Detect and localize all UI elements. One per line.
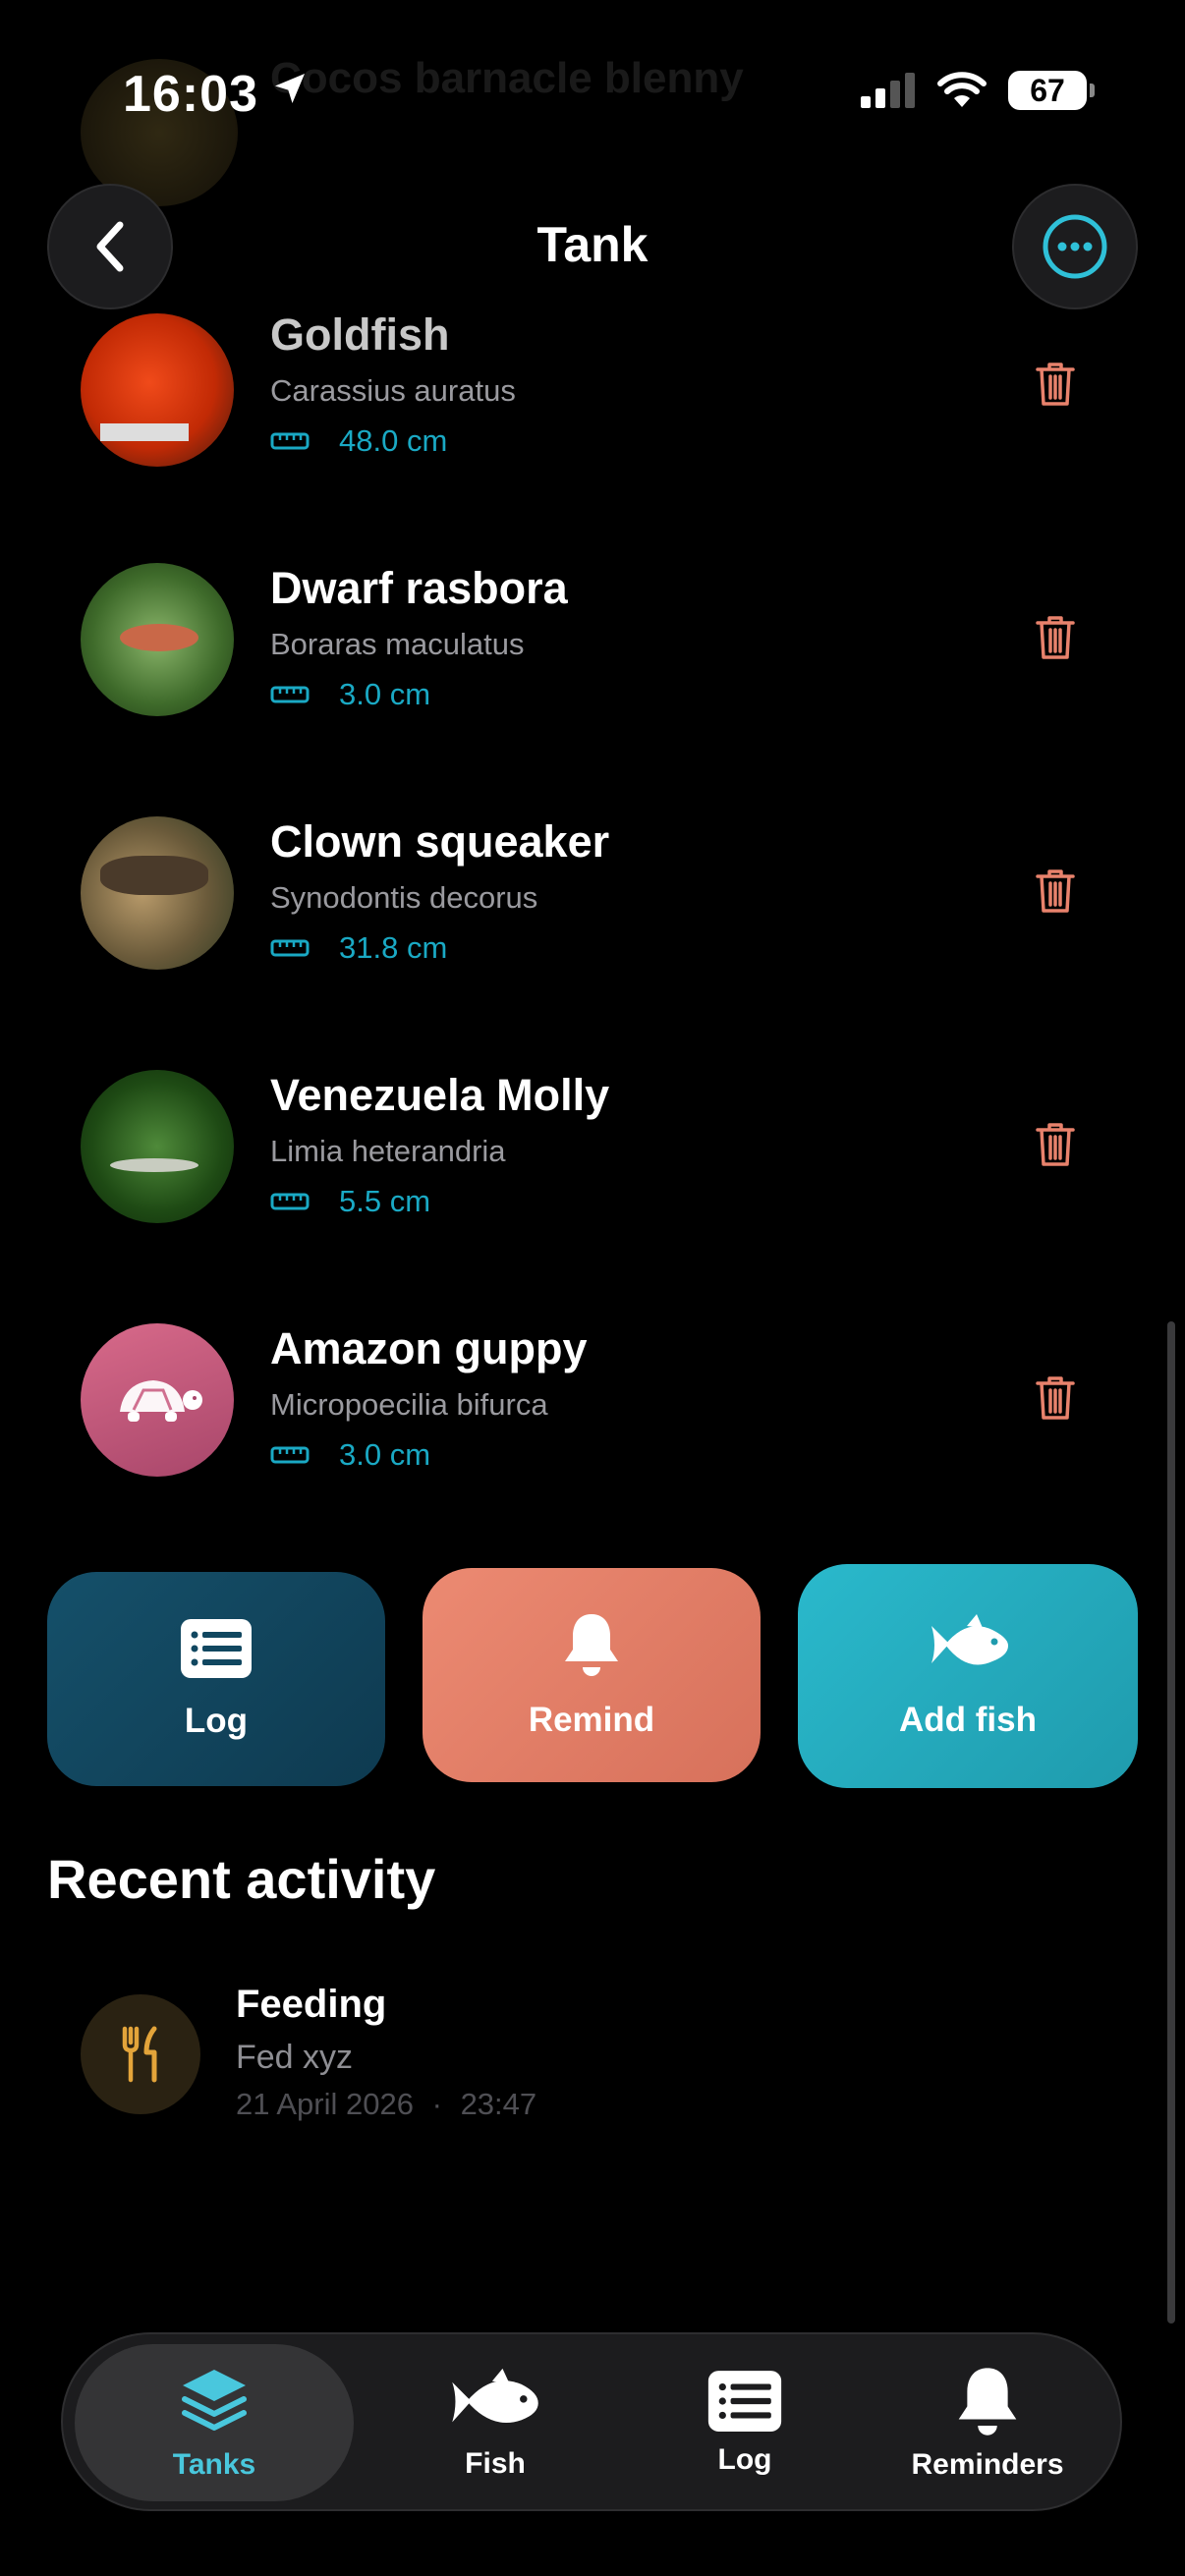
add-fish-button-label: Add fish xyxy=(899,1701,1037,1739)
activity-separator: · xyxy=(431,2087,442,2121)
fish-avatar xyxy=(81,563,234,716)
trash-icon[interactable] xyxy=(1034,1374,1077,1422)
fish-name: Venezuela Molly xyxy=(270,1070,610,1120)
fish-avatar xyxy=(81,816,234,970)
signal-icon xyxy=(861,73,915,108)
fish-row[interactable]: Amazon guppy Micropoecilia bifurca 3.0 c… xyxy=(0,1323,1185,1520)
scroll-indicator[interactable] xyxy=(1167,1321,1175,2324)
activity-title: Feeding xyxy=(236,1983,387,2026)
fish-size-value: 5.5 cm xyxy=(339,1184,431,1218)
fish-size-value: 48.0 cm xyxy=(339,423,448,458)
log-button-label: Log xyxy=(184,1702,249,1740)
fish-size-value: 3.0 cm xyxy=(339,677,431,711)
status-indicators: 67 xyxy=(861,71,1095,110)
list-icon xyxy=(707,2371,782,2432)
fish-avatar xyxy=(81,1070,234,1223)
tab-fish[interactable]: Fish xyxy=(397,2344,593,2501)
log-button[interactable]: Log xyxy=(47,1572,385,1786)
tab-reminders[interactable]: Reminders xyxy=(875,2344,1100,2501)
fish-row[interactable]: Dwarf rasbora Boraras maculatus 3.0 cm xyxy=(0,563,1185,759)
page-title: Tank xyxy=(536,217,649,272)
wifi-icon xyxy=(937,72,987,107)
fish-name: Clown squeaker xyxy=(270,816,610,867)
tab-label: Log xyxy=(717,2443,772,2476)
fish-name: Dwarf rasbora xyxy=(270,563,568,613)
fish-size: 3.0 cm xyxy=(270,677,430,712)
fish-avatar xyxy=(81,313,234,467)
ruler-icon xyxy=(270,1193,310,1210)
fish-icon xyxy=(931,1614,1008,1665)
fish-scientific-name: Limia heterandria xyxy=(270,1134,506,1168)
fish-size-value: 31.8 cm xyxy=(339,930,448,965)
recent-activity-title: Recent activity xyxy=(47,1848,436,1910)
activity-meta: 21 April 2026 · 23:47 xyxy=(236,2087,536,2122)
fish-icon xyxy=(452,2368,538,2424)
ruler-icon xyxy=(270,939,310,957)
remind-button[interactable]: Remind xyxy=(423,1568,761,1782)
ruler-icon xyxy=(270,432,310,450)
activity-time: 23:47 xyxy=(460,2087,537,2121)
remind-button-label: Remind xyxy=(528,1701,655,1739)
turtle-icon xyxy=(81,1323,234,1477)
fish-scientific-name: Carassius auratus xyxy=(270,373,516,408)
fish-row[interactable]: Goldfish Carassius auratus 48.0 cm xyxy=(0,309,1185,506)
fish-size: 31.8 cm xyxy=(270,930,447,966)
tab-label: Fish xyxy=(465,2447,526,2480)
location-arrow-icon xyxy=(270,69,310,113)
status-time: 16:03 xyxy=(123,66,258,123)
trash-icon[interactable] xyxy=(1034,614,1077,661)
bell-icon xyxy=(958,2368,1017,2436)
tab-log[interactable]: Log xyxy=(647,2344,843,2501)
fish-name: Goldfish xyxy=(270,309,450,360)
tab-label: Tanks xyxy=(172,2448,256,2481)
fish-size-value: 3.0 cm xyxy=(339,1437,431,1472)
fish-row[interactable]: Venezuela Molly Limia heterandria 5.5 cm xyxy=(0,1070,1185,1266)
battery-indicator: 67 xyxy=(1008,71,1095,110)
fish-size: 3.0 cm xyxy=(270,1437,430,1473)
more-options-button[interactable] xyxy=(1012,184,1138,309)
ruler-icon xyxy=(270,1446,310,1464)
fish-name: Amazon guppy xyxy=(270,1323,588,1373)
layers-icon xyxy=(182,2370,247,2431)
trash-icon[interactable] xyxy=(1034,1121,1077,1168)
bell-icon xyxy=(565,1614,618,1676)
list-icon xyxy=(181,1619,252,1678)
tab-bar: Tanks Fish Log Reminders xyxy=(61,2332,1122,2511)
fish-size: 48.0 cm xyxy=(270,423,447,459)
ghost-fish-name: Cocos barnacle blenny xyxy=(270,54,744,102)
fork-knife-icon xyxy=(81,1994,200,2114)
fish-scientific-name: Synodontis decorus xyxy=(270,880,538,915)
tab-tanks[interactable]: Tanks xyxy=(75,2344,354,2501)
trash-icon[interactable] xyxy=(1034,361,1077,408)
fish-size: 5.5 cm xyxy=(270,1184,430,1219)
ellipsis-icon xyxy=(1043,214,1107,279)
fish-scientific-name: Micropoecilia bifurca xyxy=(270,1387,548,1422)
fish-row[interactable]: Clown squeaker Synodontis decorus 31.8 c… xyxy=(0,816,1185,1013)
activity-date: 21 April 2026 xyxy=(236,2087,414,2121)
activity-description: Fed xyz xyxy=(236,2039,354,2076)
tab-label: Reminders xyxy=(911,2448,1064,2481)
fish-scientific-name: Boraras maculatus xyxy=(270,627,525,661)
add-fish-button[interactable]: Add fish xyxy=(798,1564,1138,1788)
trash-icon[interactable] xyxy=(1034,868,1077,915)
ruler-icon xyxy=(270,686,310,703)
